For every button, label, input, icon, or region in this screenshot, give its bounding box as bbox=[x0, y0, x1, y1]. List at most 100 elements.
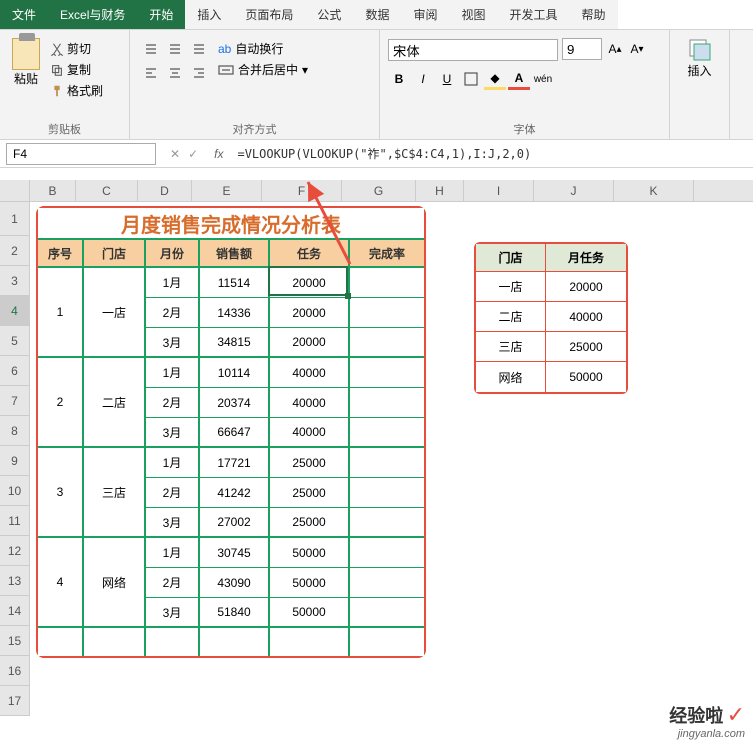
table-cell[interactable]: 51840 bbox=[200, 598, 270, 628]
lookup-cell[interactable]: 40000 bbox=[546, 302, 626, 332]
col-header-K[interactable]: K bbox=[614, 180, 694, 201]
increase-font-button[interactable]: A▴ bbox=[604, 38, 626, 60]
italic-button[interactable]: I bbox=[412, 68, 434, 90]
table-cell[interactable]: 1月 bbox=[146, 538, 200, 568]
table-cell[interactable]: 1月 bbox=[146, 448, 200, 478]
underline-button[interactable]: U bbox=[436, 68, 458, 90]
table-cell[interactable]: 2月 bbox=[146, 388, 200, 418]
table-cell[interactable]: 3月 bbox=[146, 598, 200, 628]
table-cell[interactable]: 11514 bbox=[200, 268, 270, 298]
fx-icon[interactable]: fx bbox=[206, 147, 231, 161]
font-name-select[interactable] bbox=[388, 39, 558, 61]
table-cell[interactable] bbox=[350, 598, 424, 628]
table-cell[interactable]: 40000 bbox=[270, 358, 350, 388]
align-middle-button[interactable] bbox=[164, 38, 186, 60]
table-cell[interactable]: 2月 bbox=[146, 298, 200, 328]
lookup-cell[interactable]: 20000 bbox=[546, 272, 626, 302]
row-header-17[interactable]: 17 bbox=[0, 686, 30, 716]
table-cell[interactable]: 66647 bbox=[200, 418, 270, 448]
worksheet-grid[interactable]: 1234567891011121314151617 月度销售完成情况分析表 序号… bbox=[0, 202, 753, 716]
table-cell[interactable]: 25000 bbox=[270, 478, 350, 508]
table-cell[interactable]: 1月 bbox=[146, 358, 200, 388]
cell-store[interactable]: 一店 bbox=[84, 268, 146, 358]
cell-no[interactable]: 4 bbox=[38, 538, 84, 628]
align-left-button[interactable] bbox=[140, 62, 162, 84]
cancel-formula-icon[interactable]: ✕ bbox=[170, 147, 180, 161]
tab-review[interactable]: 审阅 bbox=[401, 0, 449, 29]
tab-view[interactable]: 视图 bbox=[449, 0, 497, 29]
paste-button[interactable]: 粘贴 bbox=[6, 34, 46, 135]
table-cell[interactable] bbox=[350, 298, 424, 328]
table-cell[interactable]: 50000 bbox=[270, 538, 350, 568]
table-cell[interactable] bbox=[350, 328, 424, 358]
table-cell[interactable]: 20000 bbox=[270, 298, 350, 328]
table-cell[interactable] bbox=[350, 388, 424, 418]
row-header-10[interactable]: 10 bbox=[0, 476, 30, 506]
row-header-9[interactable]: 9 bbox=[0, 446, 30, 476]
table-cell[interactable]: 1月 bbox=[146, 268, 200, 298]
table-cell[interactable]: 50000 bbox=[270, 598, 350, 628]
table-cell[interactable]: 43090 bbox=[200, 568, 270, 598]
tab-data[interactable]: 数据 bbox=[353, 0, 401, 29]
tab-layout[interactable]: 页面布局 bbox=[233, 0, 305, 29]
align-top-button[interactable] bbox=[140, 38, 162, 60]
table-cell[interactable]: 3月 bbox=[146, 328, 200, 358]
table-cell[interactable] bbox=[350, 478, 424, 508]
table-cell[interactable] bbox=[350, 418, 424, 448]
lookup-cell[interactable]: 三店 bbox=[476, 332, 546, 362]
table-cell[interactable]: 10114 bbox=[200, 358, 270, 388]
table-cell[interactable] bbox=[350, 628, 424, 656]
lookup-cell[interactable]: 网络 bbox=[476, 362, 546, 392]
tab-home[interactable]: 开始 bbox=[137, 0, 185, 29]
tab-custom[interactable]: Excel与财务 bbox=[48, 0, 137, 29]
table-cell[interactable]: 40000 bbox=[270, 418, 350, 448]
tab-file[interactable]: 文件 bbox=[0, 0, 48, 29]
copy-button[interactable]: 复制 bbox=[46, 59, 107, 80]
select-all-corner[interactable] bbox=[0, 180, 30, 201]
table-cell[interactable]: 17721 bbox=[200, 448, 270, 478]
lookup-cell[interactable]: 50000 bbox=[546, 362, 626, 392]
table-cell[interactable] bbox=[270, 628, 350, 656]
table-cell[interactable] bbox=[38, 628, 84, 656]
table-cell[interactable] bbox=[200, 628, 270, 656]
wrap-text-button[interactable]: ab 自动换行 bbox=[214, 38, 312, 59]
fill-handle[interactable] bbox=[345, 293, 351, 299]
row-header-4[interactable]: 4 bbox=[0, 296, 30, 326]
row-header-12[interactable]: 12 bbox=[0, 536, 30, 566]
insert-button[interactable]: 插入 bbox=[676, 34, 723, 83]
table-cell[interactable]: 20000 bbox=[270, 328, 350, 358]
merge-center-button[interactable]: 合并后居中 ▾ bbox=[214, 59, 312, 80]
table-cell[interactable] bbox=[350, 508, 424, 538]
table-cell[interactable]: 25000 bbox=[270, 508, 350, 538]
row-header-2[interactable]: 2 bbox=[0, 236, 30, 266]
name-box[interactable]: F4 bbox=[6, 143, 156, 165]
col-header-J[interactable]: J bbox=[534, 180, 614, 201]
align-right-button[interactable] bbox=[188, 62, 210, 84]
tab-formulas[interactable]: 公式 bbox=[305, 0, 353, 29]
cell-no[interactable]: 1 bbox=[38, 268, 84, 358]
col-header-D[interactable]: D bbox=[138, 180, 192, 201]
table-cell[interactable]: 20000 bbox=[270, 268, 350, 298]
table-cell[interactable] bbox=[350, 358, 424, 388]
table-cell[interactable] bbox=[350, 538, 424, 568]
table-cell[interactable]: 3月 bbox=[146, 418, 200, 448]
col-header-F[interactable]: F bbox=[262, 180, 342, 201]
table-cell[interactable] bbox=[350, 448, 424, 478]
col-header-C[interactable]: C bbox=[76, 180, 138, 201]
table-cell[interactable]: 30745 bbox=[200, 538, 270, 568]
table-cell[interactable] bbox=[350, 268, 424, 298]
fill-color-button[interactable]: ◆ bbox=[484, 68, 506, 90]
cell-store[interactable]: 三店 bbox=[84, 448, 146, 538]
row-header-5[interactable]: 5 bbox=[0, 326, 30, 356]
lookup-cell[interactable]: 25000 bbox=[546, 332, 626, 362]
table-cell[interactable]: 2月 bbox=[146, 568, 200, 598]
row-header-11[interactable]: 11 bbox=[0, 506, 30, 536]
cell-no[interactable]: 2 bbox=[38, 358, 84, 448]
row-header-14[interactable]: 14 bbox=[0, 596, 30, 626]
row-header-16[interactable]: 16 bbox=[0, 656, 30, 686]
table-cell[interactable]: 2月 bbox=[146, 478, 200, 508]
align-center-button[interactable] bbox=[164, 62, 186, 84]
tab-help[interactable]: 帮助 bbox=[570, 0, 618, 29]
cell-store[interactable]: 二店 bbox=[84, 358, 146, 448]
table-cell[interactable]: 41242 bbox=[200, 478, 270, 508]
